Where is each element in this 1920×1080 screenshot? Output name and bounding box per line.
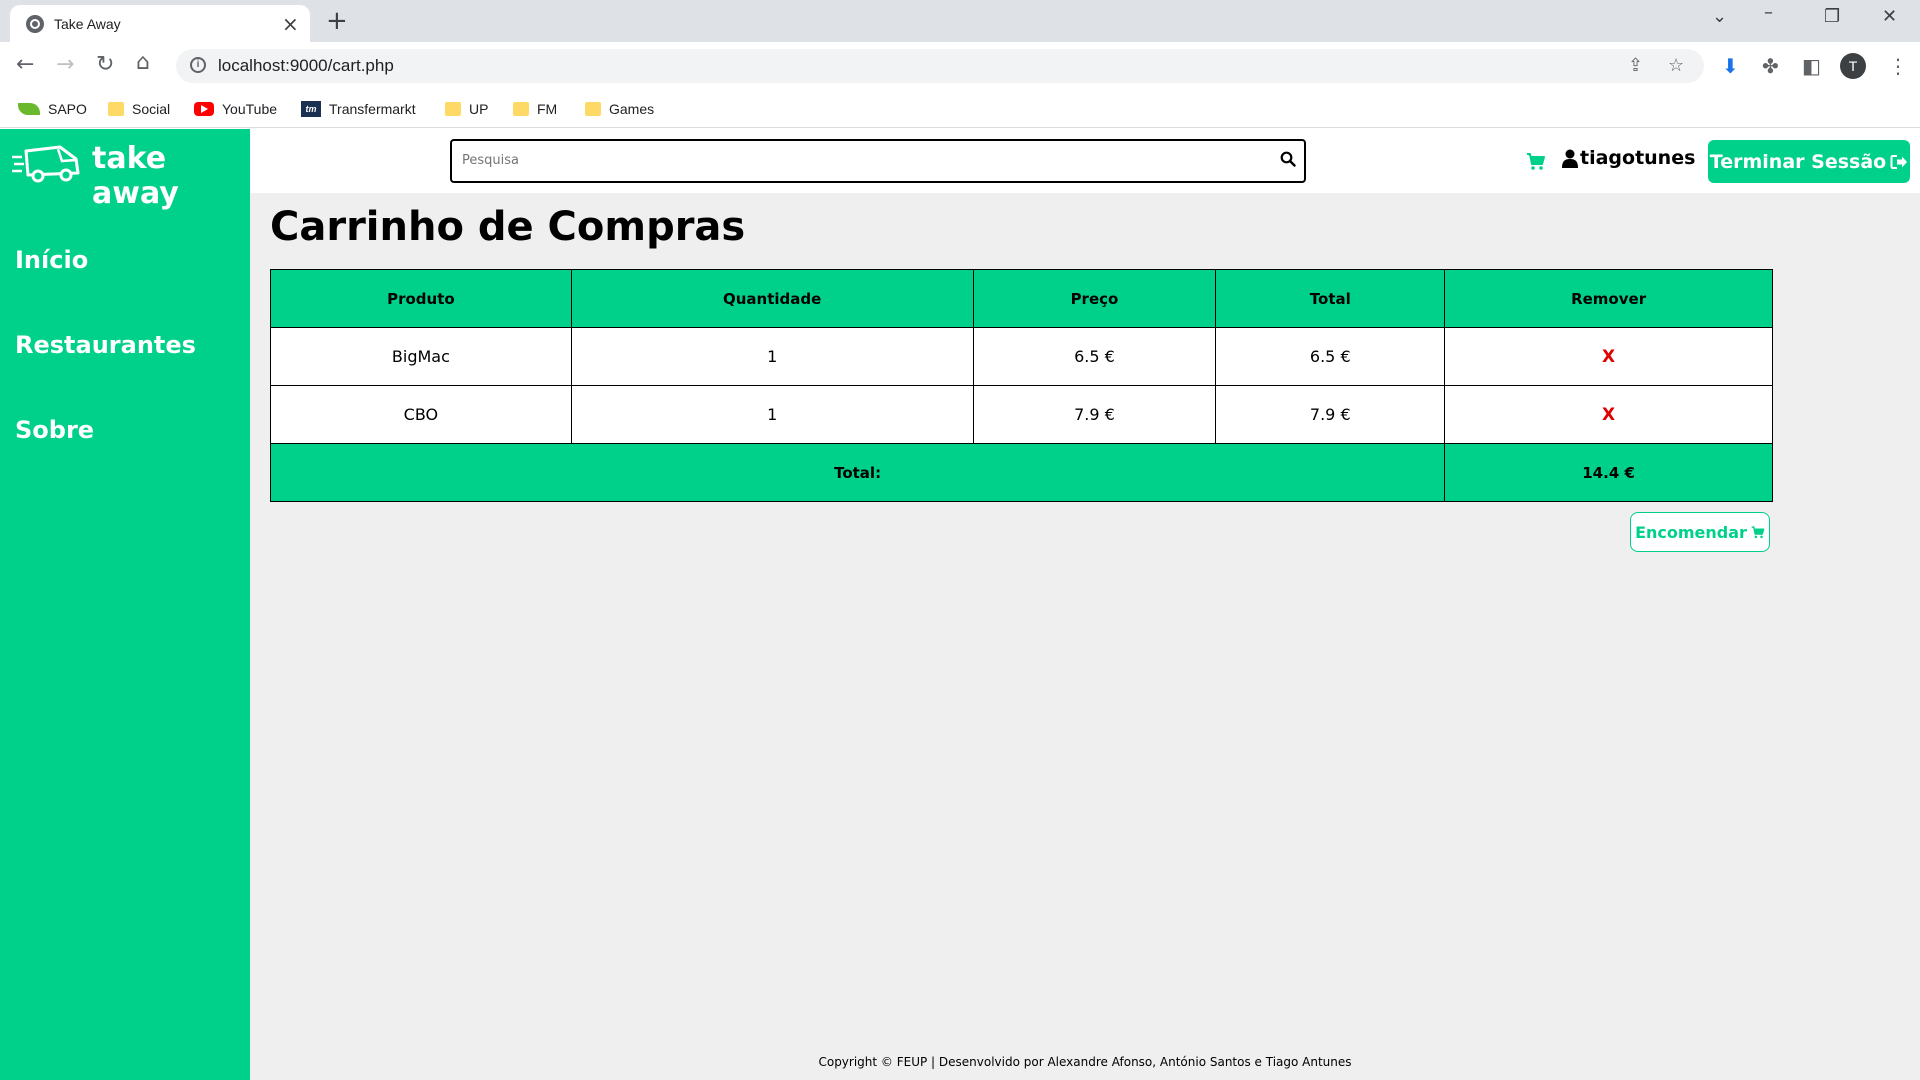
column-header: Preço <box>972 269 1217 328</box>
product-cell: BigMac <box>270 327 572 386</box>
reload-icon[interactable]: ↻ <box>96 52 114 77</box>
page-content: take away Início Restaurantes Sobre Pesq… <box>0 129 1920 1080</box>
site-info-icon[interactable]: i <box>190 57 206 73</box>
search-input[interactable]: Pesquisa <box>450 139 1306 183</box>
tab-search-icon[interactable]: ⌄ <box>1712 6 1727 27</box>
minimize-button[interactable]: – <box>1764 2 1773 23</box>
remove-item-button[interactable]: X <box>1444 385 1773 444</box>
price-cell: 7.9 € <box>972 385 1217 444</box>
sign-out-icon <box>1890 154 1908 169</box>
globe-icon <box>26 15 44 33</box>
column-header: Total <box>1215 269 1446 328</box>
total-label: Total: <box>269 443 1446 502</box>
extensions-puzzle-icon[interactable]: ✤ <box>1762 54 1779 78</box>
price-cell: 6.5 € <box>972 327 1217 386</box>
bookmark-youtube[interactable]: YouTube <box>194 98 277 120</box>
close-window-button[interactable]: ✕ <box>1882 6 1897 27</box>
table-row: BigMac 1 6.5 € 6.5 € X <box>270 327 1773 386</box>
column-header: Quantidade <box>570 269 974 328</box>
forward-icon[interactable]: → <box>56 52 74 77</box>
search-icon[interactable] <box>1280 151 1296 167</box>
tab-title: Take Away <box>54 16 121 32</box>
search-placeholder: Pesquisa <box>462 153 519 168</box>
browser-tab-bar: Take Away × + ⌄ – ❐ ✕ <box>0 0 1920 42</box>
download-extension-icon[interactable]: ⬇ <box>1722 54 1739 78</box>
shopping-cart-icon <box>1751 526 1765 539</box>
bookmark-sapo[interactable]: SAPO <box>18 98 87 120</box>
folder-icon <box>513 102 529 116</box>
menu-kebab-icon[interactable]: ⋮ <box>1888 54 1908 78</box>
side-panel-icon[interactable]: ◧ <box>1802 54 1821 78</box>
new-tab-button[interactable]: + <box>326 6 348 36</box>
bookmark-fm[interactable]: FM <box>513 98 557 120</box>
sidebar-item-inicio[interactable]: Início <box>15 246 88 274</box>
sidebar-item-restaurantes[interactable]: Restaurantes <box>15 331 196 359</box>
delivery-van-icon <box>12 145 80 183</box>
logo-text[interactable]: take away <box>92 141 250 211</box>
sidebar-item-sobre[interactable]: Sobre <box>15 416 94 444</box>
top-bar: Pesquisa tiagotunes Terminar Sessão <box>250 129 1920 193</box>
bookmark-transfermarkt[interactable]: tm Transfermarkt <box>301 98 416 120</box>
order-button[interactable]: Encomendar <box>1630 512 1770 552</box>
profile-avatar[interactable]: T <box>1840 53 1866 79</box>
cart-table: Produto Quantidade Preço Total Remover B… <box>269 269 1773 502</box>
shopping-cart-icon[interactable] <box>1526 151 1546 171</box>
table-row: CBO 1 7.9 € 7.9 € X <box>270 385 1773 444</box>
address-bar[interactable]: i localhost:9000/cart.php ⇪ ☆ <box>176 49 1704 83</box>
url-text[interactable]: localhost:9000/cart.php <box>218 56 394 76</box>
quantity-cell: 1 <box>570 327 974 386</box>
username[interactable]: tiagotunes <box>1580 147 1695 169</box>
sapo-icon <box>18 103 40 115</box>
browser-toolbar: ← → ↻ ⌂ i localhost:9000/cart.php ⇪ ☆ ⬇ … <box>0 42 1920 90</box>
bookmarks-bar: SAPO Social YouTube tm Transfermarkt UP … <box>0 90 1920 128</box>
youtube-icon <box>194 102 214 116</box>
bookmark-star-icon[interactable]: ☆ <box>1668 55 1684 76</box>
footer-copyright: Copyright © FEUP | Desenvolvido por Alex… <box>818 1055 1352 1069</box>
product-cell: CBO <box>270 385 572 444</box>
logout-button[interactable]: Terminar Sessão <box>1708 140 1910 183</box>
browser-tab[interactable]: Take Away × <box>10 5 310 42</box>
folder-icon <box>108 102 124 116</box>
column-header: Produto <box>270 269 572 328</box>
total-cell: 6.5 € <box>1215 327 1446 386</box>
share-icon[interactable]: ⇪ <box>1628 55 1643 76</box>
transfermarkt-icon: tm <box>301 101 321 117</box>
remove-item-button[interactable]: X <box>1444 327 1773 386</box>
user-icon <box>1562 149 1578 168</box>
column-header: Remover <box>1444 269 1773 328</box>
total-cell: 7.9 € <box>1215 385 1446 444</box>
bookmark-social[interactable]: Social <box>108 98 170 120</box>
quantity-cell: 1 <box>570 385 974 444</box>
bookmark-games[interactable]: Games <box>585 98 654 120</box>
folder-icon <box>585 102 601 116</box>
total-row: Total: 14.4 € <box>269 443 1773 502</box>
sidebar: take away Início Restaurantes Sobre <box>0 129 250 1080</box>
home-icon[interactable]: ⌂ <box>136 50 150 75</box>
back-icon[interactable]: ← <box>16 52 34 77</box>
restore-button[interactable]: ❐ <box>1824 6 1840 27</box>
total-value: 14.4 € <box>1444 443 1773 502</box>
folder-icon <box>445 102 461 116</box>
close-tab-icon[interactable]: × <box>282 12 299 36</box>
bookmark-up[interactable]: UP <box>445 98 488 120</box>
table-header-row: Produto Quantidade Preço Total Remover <box>270 269 1773 328</box>
page-title: Carrinho de Compras <box>270 204 746 250</box>
